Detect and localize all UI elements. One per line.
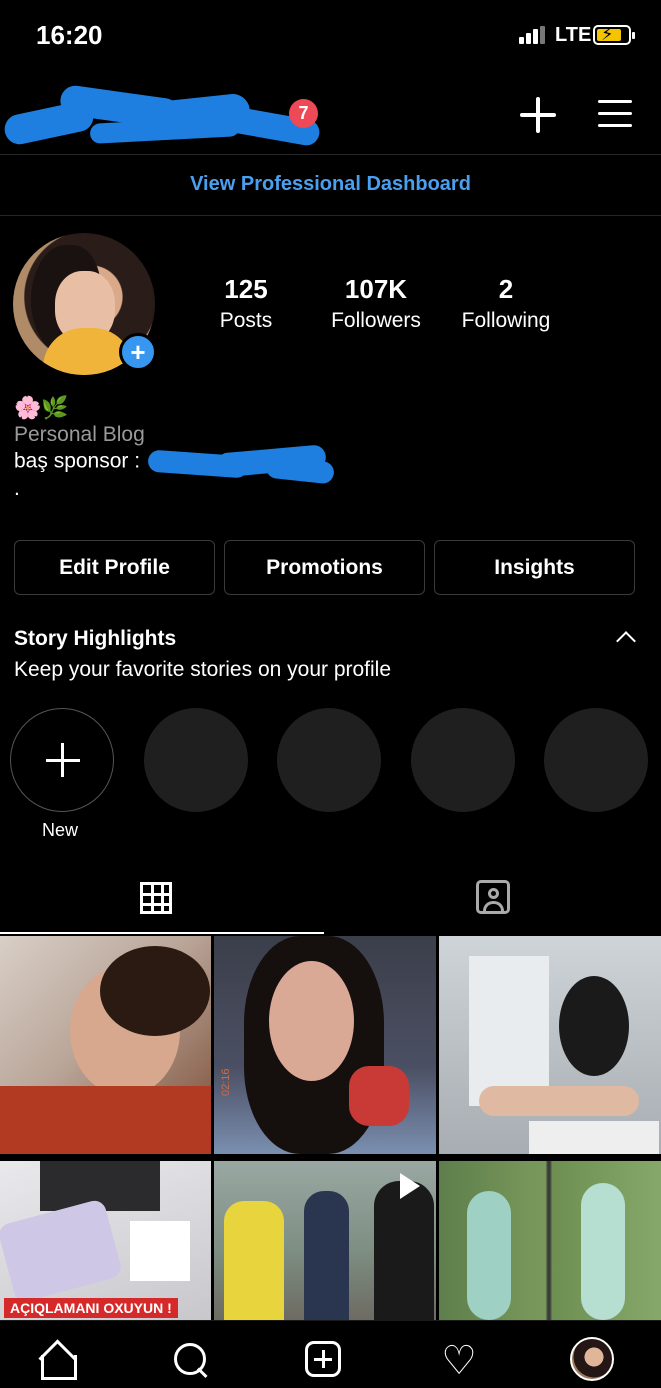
tagged-user-icon	[476, 880, 510, 914]
promotions-button[interactable]: Promotions	[224, 540, 425, 595]
network-type: LTE	[555, 24, 592, 46]
clock: 16:20	[36, 20, 103, 50]
chevron-up-icon[interactable]	[616, 631, 636, 651]
grid-post[interactable]: AÇIQLAMANI OXUYUN !	[0, 1161, 211, 1320]
edit-profile-button[interactable]: Edit Profile	[14, 540, 215, 595]
professional-dashboard-link[interactable]: View Professional Dashboard	[0, 156, 661, 216]
following-count[interactable]: 2 Following	[452, 274, 560, 333]
grid-post[interactable]	[439, 936, 661, 1154]
signal-icon	[519, 26, 549, 44]
profile-category: Personal Blog	[14, 423, 145, 446]
bio-emojis: 🌸🌿	[14, 395, 69, 420]
posts-count[interactable]: 125 Posts	[205, 274, 287, 333]
followers-count[interactable]: 107K Followers	[322, 274, 430, 333]
insights-button[interactable]: Insights	[434, 540, 635, 595]
home-icon[interactable]	[37, 1341, 77, 1381]
bio-dot: .	[14, 477, 20, 500]
search-icon[interactable]	[172, 1341, 212, 1381]
highlights-title: Story Highlights	[14, 627, 177, 650]
post-timestamp: 02:16	[220, 1068, 232, 1096]
new-highlight-button[interactable]	[10, 708, 114, 812]
add-story-icon[interactable]: +	[119, 333, 157, 371]
highlight-placeholder	[277, 708, 381, 812]
highlight-placeholder	[544, 708, 648, 812]
profile-icon[interactable]	[570, 1337, 614, 1381]
bio-sponsor-line: baş sponsor :	[14, 444, 336, 485]
profile-header: 7	[0, 70, 661, 155]
create-icon[interactable]	[305, 1341, 341, 1377]
heart-icon[interactable]: ♡	[439, 1341, 479, 1381]
highlight-placeholder	[144, 708, 248, 812]
tab-tagged[interactable]	[330, 868, 661, 934]
new-highlight-label: New	[42, 820, 79, 840]
highlight-placeholder	[411, 708, 515, 812]
grid-post[interactable]: 02:16	[214, 936, 436, 1154]
profile-bio: 🌸🌿 Personal Blog baş sponsor : .	[14, 395, 336, 501]
highlights-subtitle: Keep your favorite stories on your profi…	[14, 658, 392, 681]
bottom-nav: ♡	[0, 1320, 661, 1388]
battery-charging-icon: ⚡	[593, 24, 635, 45]
status-bar: 16:20 LTE ⚡	[0, 0, 661, 70]
grid-post[interactable]	[0, 936, 211, 1154]
video-play-icon	[400, 1173, 420, 1199]
username[interactable]	[0, 70, 330, 155]
grid-post[interactable]	[214, 1161, 436, 1320]
grid-post[interactable]	[439, 1161, 661, 1320]
grid-icon	[140, 882, 172, 914]
redacted-mention[interactable]	[146, 444, 336, 485]
tab-posts-grid[interactable]	[0, 868, 324, 934]
notification-badge[interactable]: 7	[289, 99, 318, 128]
new-post-icon[interactable]	[518, 95, 558, 135]
post-banner: AÇIQLAMANI OXUYUN !	[4, 1298, 178, 1318]
menu-icon[interactable]	[598, 98, 634, 130]
